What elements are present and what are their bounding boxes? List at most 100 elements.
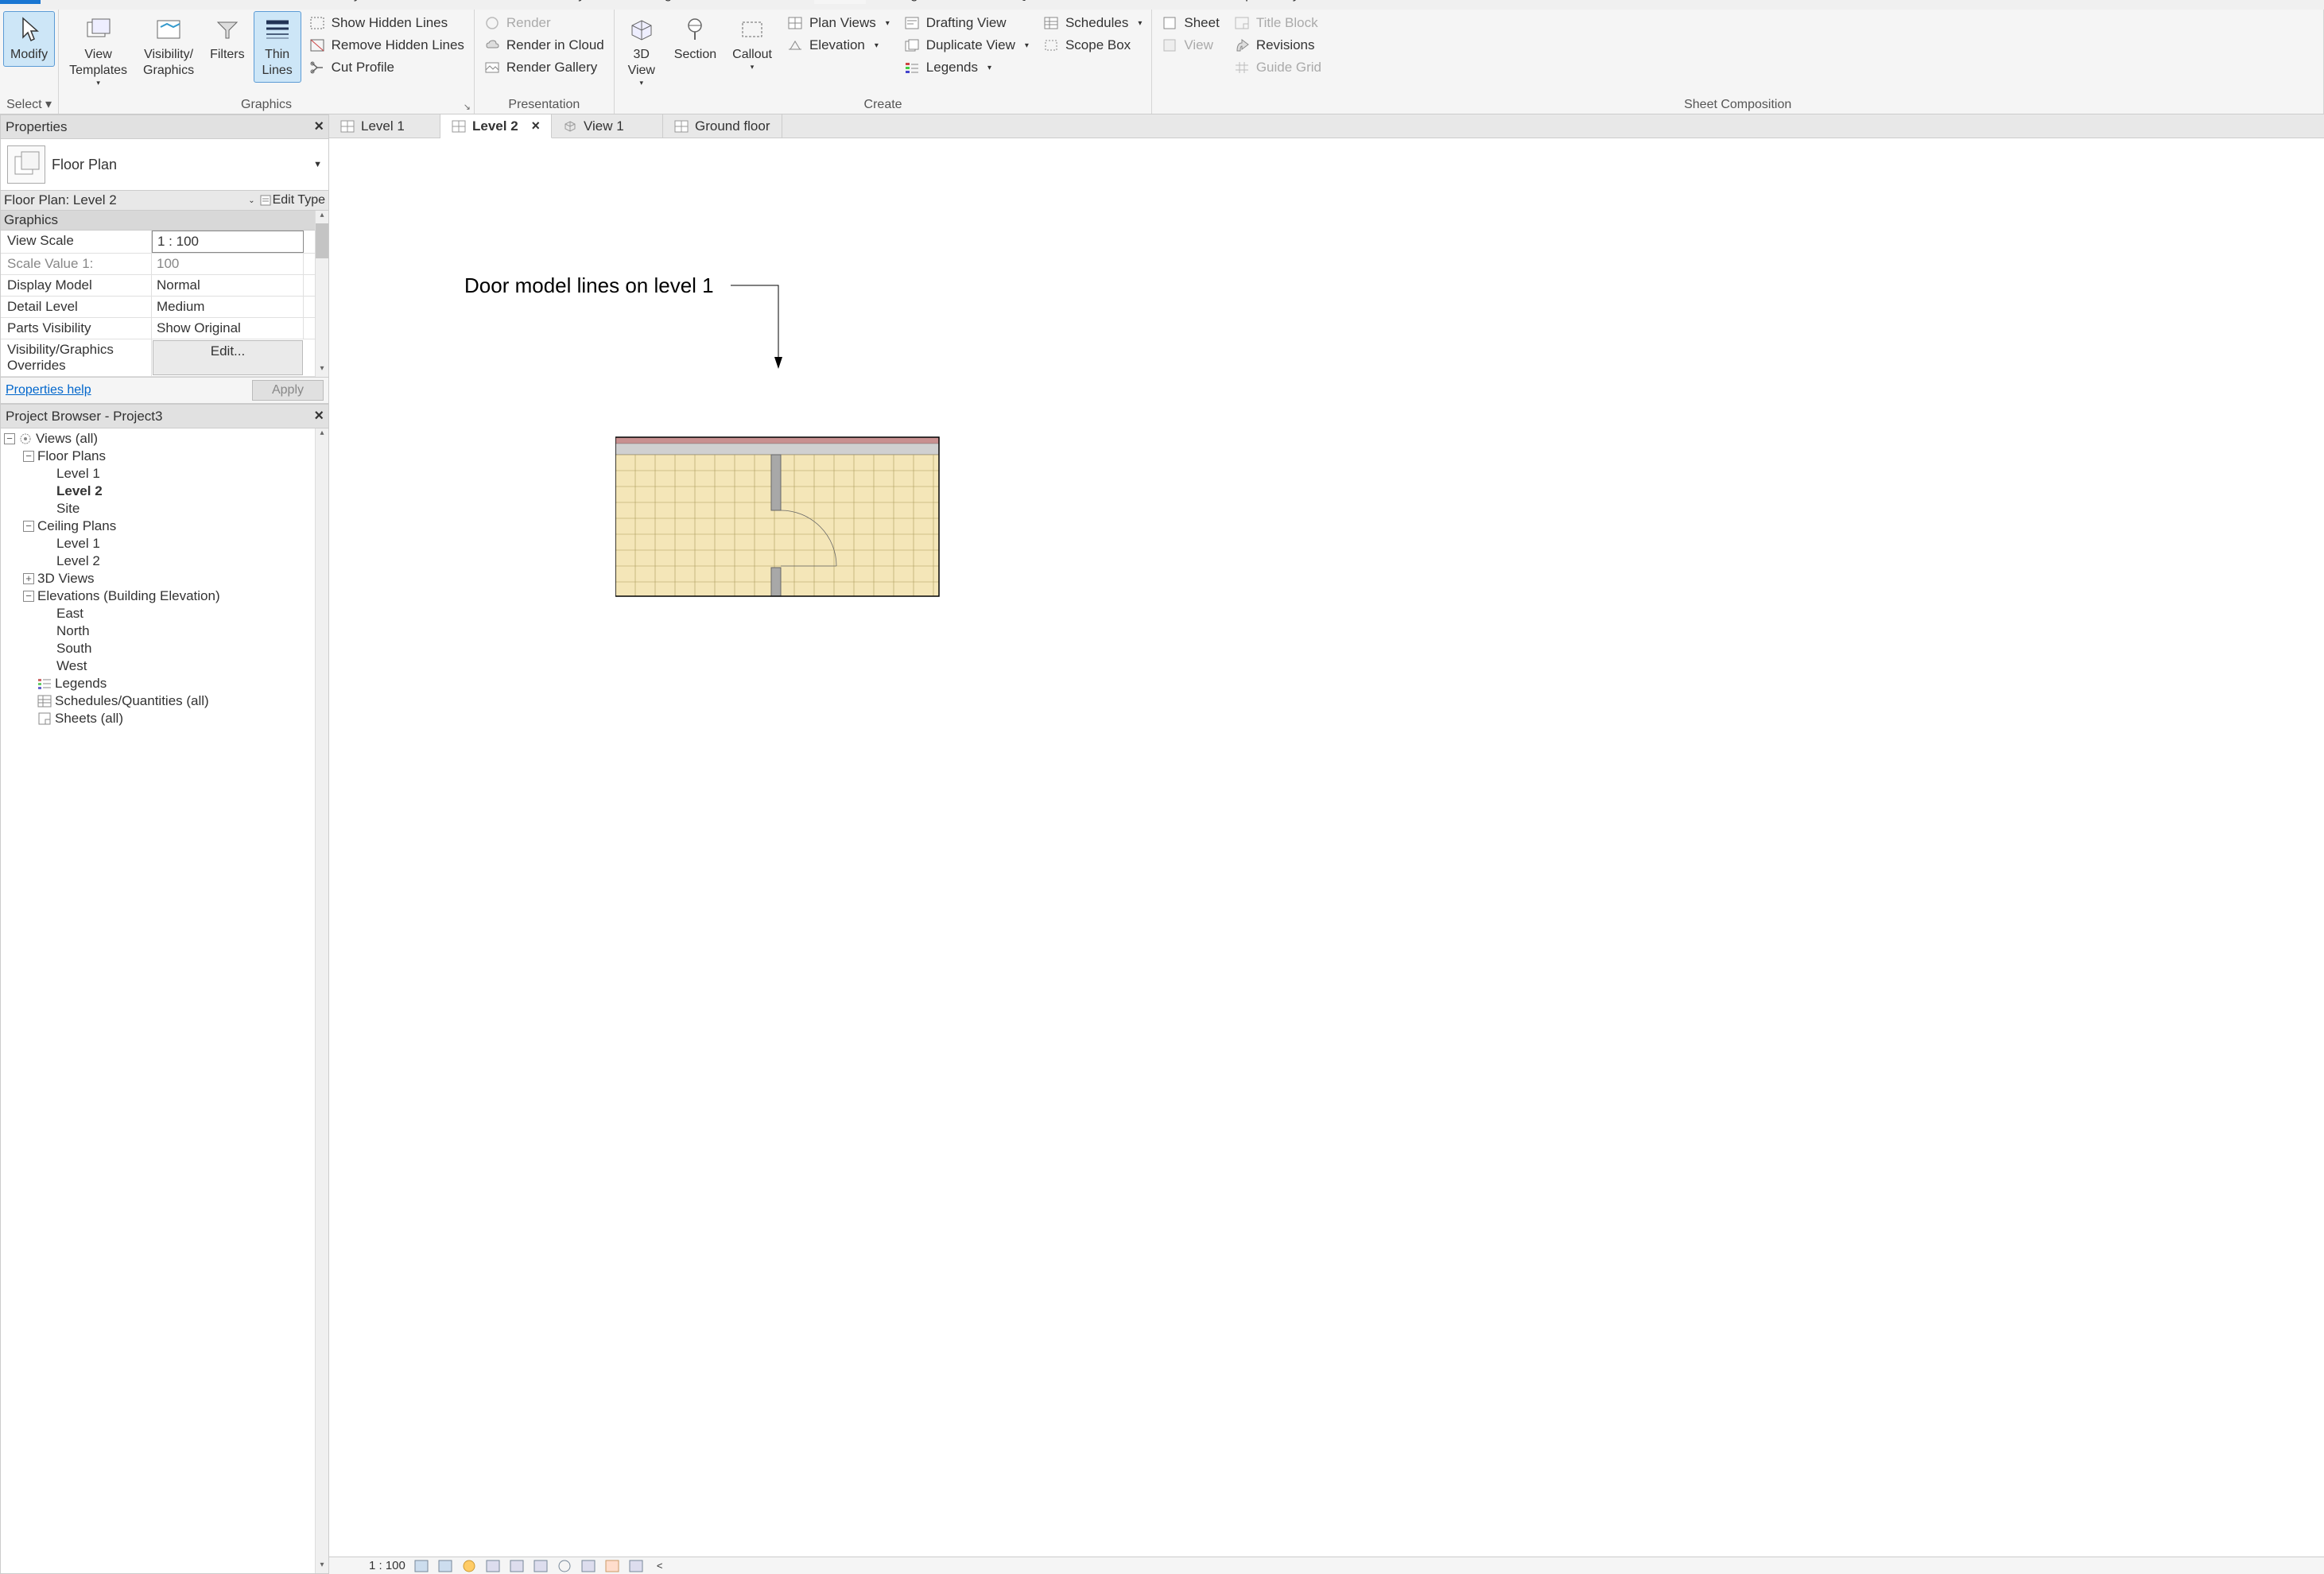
tree-cp-level2[interactable]: Level 2 — [1, 552, 315, 570]
scroll-down-icon[interactable]: ▾ — [316, 1560, 328, 1573]
tree-floor-plans[interactable]: − Floor Plans — [1, 448, 315, 465]
filters-button[interactable]: Filters — [203, 11, 252, 67]
remove-hidden-lines-button[interactable]: Remove Hidden Lines — [305, 35, 469, 56]
property-row[interactable]: Detail LevelMedium — [1, 297, 315, 318]
instance-dropdown-icon[interactable]: ⌄ — [248, 196, 254, 205]
apply-button[interactable]: Apply — [252, 380, 324, 401]
properties-help-link[interactable]: Properties help — [6, 383, 91, 397]
scroll-down-icon[interactable]: ▾ — [316, 364, 328, 377]
revisions-button[interactable]: Revisions — [1229, 35, 1326, 56]
sheet-button[interactable]: Sheet — [1157, 13, 1224, 33]
render-gallery-button[interactable]: Render Gallery — [479, 57, 609, 78]
tab-precast[interactable]: Precast — [266, 0, 334, 4]
tree-fp-site[interactable]: Site — [1, 500, 315, 518]
view-tab-groundfloor[interactable]: Ground floor — [663, 114, 782, 138]
tree-3d-views[interactable]: + 3D Views — [1, 570, 315, 587]
status-icon-10[interactable] — [628, 1559, 644, 1573]
callout-button[interactable]: Callout ▾ — [725, 11, 779, 76]
select-group-label[interactable]: Select ▾ — [3, 94, 55, 114]
tab-file[interactable]: File — [0, 0, 41, 4]
status-chevron[interactable]: < — [657, 1560, 663, 1572]
view-scale-display[interactable]: 1 : 100 — [369, 1559, 405, 1572]
tree-elev-south[interactable]: South — [1, 640, 315, 657]
scroll-thumb[interactable] — [316, 223, 328, 258]
tree-fp-level2[interactable]: Level 2 — [1, 483, 315, 500]
tab-view[interactable]: View — [814, 0, 866, 4]
property-value[interactable]: 1 : 100 — [152, 231, 304, 253]
status-icon-5[interactable] — [509, 1559, 525, 1573]
3d-view-button[interactable]: 3D View ▾ — [618, 11, 665, 91]
duplicate-view-button[interactable]: Duplicate View▾ — [899, 35, 1034, 56]
tree-elev-west[interactable]: West — [1, 657, 315, 675]
render-cloud-button[interactable]: Render in Cloud — [479, 35, 609, 56]
graphics-dialog-launcher[interactable]: ↘ — [464, 102, 471, 112]
property-edit-button[interactable]: Edit... — [153, 340, 303, 375]
collapse-icon[interactable]: − — [23, 591, 34, 602]
view-tab-level2[interactable]: Level 2 × — [440, 114, 552, 138]
tab-annotate[interactable]: Annotate — [464, 0, 540, 4]
tab-collaborate[interactable]: Collaborate — [723, 0, 814, 4]
property-row[interactable]: View Scale1 : 100 — [1, 231, 315, 254]
section-button[interactable]: Section — [667, 11, 724, 67]
properties-close-button[interactable]: × — [314, 118, 324, 136]
tree-elev-east[interactable]: East — [1, 605, 315, 622]
status-icon-1[interactable] — [413, 1559, 429, 1573]
tab-architecture[interactable]: Architecture — [41, 0, 135, 4]
property-row[interactable]: Scale Value 1:100 — [1, 254, 315, 275]
browser-scrollbar[interactable]: ▴ ▾ — [315, 428, 328, 1573]
collapse-icon[interactable]: − — [23, 451, 34, 462]
tab-manage[interactable]: Manage — [866, 0, 937, 4]
tree-views-all[interactable]: − Views (all) — [1, 430, 315, 448]
property-row[interactable]: Visibility/Graphics OverridesEdit... — [1, 339, 315, 377]
tree-fp-level1[interactable]: Level 1 — [1, 465, 315, 483]
browser-close-button[interactable]: × — [314, 407, 324, 425]
tab-steel[interactable]: Steel — [212, 0, 266, 4]
status-icon-3[interactable] — [461, 1559, 477, 1573]
view-templates-button[interactable]: View Templates ▾ — [62, 11, 134, 91]
property-value[interactable]: Normal — [152, 275, 304, 296]
property-row[interactable]: Parts VisibilityShow Original — [1, 318, 315, 339]
elevation-button[interactable]: Elevation▾ — [782, 35, 894, 56]
tree-legends[interactable]: Legends — [1, 675, 315, 692]
status-icon-8[interactable] — [580, 1559, 596, 1573]
visibility-graphics-button[interactable]: Visibility/ Graphics — [136, 11, 201, 83]
status-icon-6[interactable] — [533, 1559, 549, 1573]
scroll-up-icon[interactable]: ▴ — [316, 428, 328, 441]
thin-lines-button[interactable]: Thin Lines — [254, 11, 301, 83]
view-tab-view1[interactable]: View 1 — [552, 114, 663, 138]
tab-analyze[interactable]: Analyze — [540, 0, 610, 4]
tree-elev-north[interactable]: North — [1, 622, 315, 640]
schedules-button[interactable]: Schedules▾ — [1038, 13, 1146, 33]
expand-icon[interactable]: + — [23, 573, 34, 584]
tree-sheets[interactable]: Sheets (all) — [1, 710, 315, 727]
show-hidden-lines-button[interactable]: Show Hidden Lines — [305, 13, 469, 33]
status-icon-2[interactable] — [437, 1559, 453, 1573]
edit-type-button[interactable]: Edit Type — [260, 193, 325, 207]
tab-quantification[interactable]: Quantification — [1006, 0, 1111, 4]
type-selector[interactable]: Floor Plan ▼ — [0, 139, 329, 191]
tree-cp-level1[interactable]: Level 1 — [1, 535, 315, 552]
property-row[interactable]: Display ModelNormal — [1, 275, 315, 297]
property-value[interactable]: Medium — [152, 297, 304, 317]
tree-schedules[interactable]: Schedules/Quantities (all) — [1, 692, 315, 710]
tree-elevations[interactable]: − Elevations (Building Elevation) — [1, 587, 315, 605]
modify-button[interactable]: Modify — [3, 11, 55, 67]
drawing-canvas[interactable]: Door model lines on level 1 — [329, 138, 2324, 1557]
type-dropdown-icon[interactable]: ▼ — [313, 160, 322, 169]
view-tab-level1[interactable]: Level 1 — [329, 114, 440, 138]
property-row[interactable]: Graphic Display OptionsEdit... — [1, 377, 315, 378]
collapse-icon[interactable]: − — [4, 433, 15, 444]
tab-issues[interactable]: Issues — [1111, 0, 1172, 4]
property-category[interactable]: Graphics — [1, 211, 315, 231]
tab-bim[interactable]: BIM Interoperability To — [1172, 0, 1329, 4]
scope-box-button[interactable]: Scope Box — [1038, 35, 1146, 56]
status-icon-9[interactable] — [604, 1559, 620, 1573]
property-value[interactable]: Show Original — [152, 318, 304, 339]
tab-systems[interactable]: Systems — [333, 0, 407, 4]
drafting-view-button[interactable]: Drafting View — [899, 13, 1034, 33]
tree-ceiling-plans[interactable]: − Ceiling Plans — [1, 518, 315, 535]
scroll-up-icon[interactable]: ▴ — [316, 211, 328, 223]
cut-profile-button[interactable]: Cut Profile — [305, 57, 469, 78]
tab-addins[interactable]: Add-Ins — [937, 0, 1006, 4]
instance-name[interactable]: Floor Plan: Level 2 — [4, 192, 243, 208]
